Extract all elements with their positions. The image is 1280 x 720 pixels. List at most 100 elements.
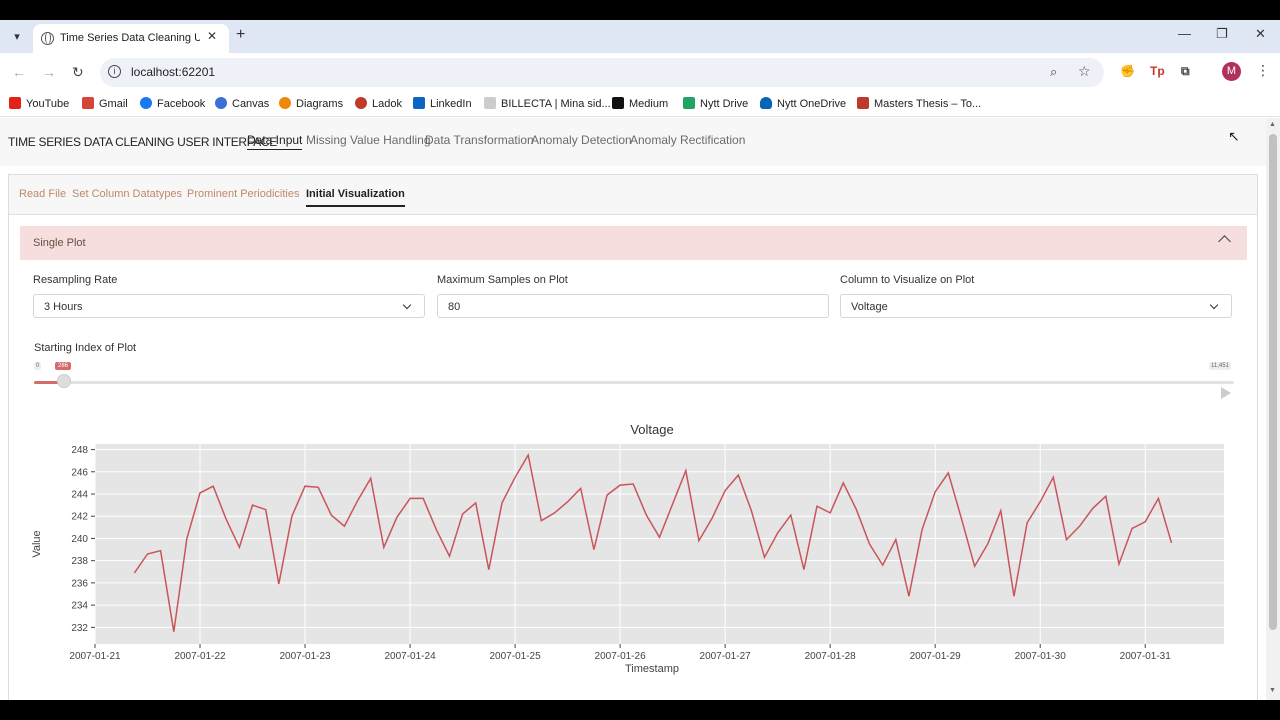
youtube-icon bbox=[9, 97, 21, 109]
reload-icon[interactable]: ↻ bbox=[72, 64, 84, 81]
y-tick-label: 244 bbox=[71, 490, 88, 501]
bookmark-facebook[interactable]: Facebook bbox=[140, 97, 205, 110]
app-brand: TIME SERIES DATA CLEANING USER INTERFACE bbox=[8, 135, 277, 149]
y-tick-label: 246 bbox=[71, 467, 88, 478]
x-axis-label: Timestamp bbox=[625, 663, 679, 675]
x-tick-label: 2007-01-22 bbox=[174, 651, 226, 662]
site-info-icon[interactable]: i bbox=[108, 65, 121, 78]
tab-title: Time Series Data Cleaning User Interface bbox=[60, 32, 200, 44]
y-axis-label: Value bbox=[31, 530, 43, 557]
scroll-up-icon[interactable]: ▲ bbox=[1269, 121, 1276, 128]
data-input-card: Read File Set Column Datatypes Prominent… bbox=[8, 174, 1258, 700]
zoom-icon[interactable]: ⌕ bbox=[1050, 64, 1057, 80]
x-tick-label: 2007-01-25 bbox=[490, 651, 542, 662]
tab-read-file[interactable]: Read File bbox=[19, 188, 66, 200]
voltage-chart: Voltage 232 234 236 238 240 242 244 246 248 2007… bbox=[31, 422, 1224, 675]
x-tick-label: 2007-01-27 bbox=[700, 651, 752, 662]
tab-initial-visualization[interactable]: Initial Visualization bbox=[306, 188, 405, 207]
max-samples-input[interactable]: 80 bbox=[437, 294, 829, 318]
y-tick-label: 236 bbox=[71, 578, 88, 589]
starting-index-slider[interactable] bbox=[34, 381, 1234, 384]
bookmark-youtube[interactable]: YouTube bbox=[9, 97, 69, 110]
new-tab-icon[interactable]: + bbox=[236, 26, 245, 44]
back-icon[interactable]: ← bbox=[12, 64, 26, 80]
nav-data-transformation[interactable]: Data Transformation bbox=[425, 133, 534, 147]
chevron-up-icon[interactable] bbox=[1218, 235, 1231, 248]
resampling-rate-select[interactable]: 3 Hours bbox=[33, 294, 425, 318]
browser-tab[interactable]: Time Series Data Cleaning User Interface… bbox=[33, 24, 229, 53]
x-tick-label: 2007-01-31 bbox=[1120, 651, 1172, 662]
y-tick-label: 248 bbox=[71, 445, 88, 456]
profile-avatar[interactable]: M bbox=[1222, 62, 1241, 81]
bookmark-nytt-drive[interactable]: Nytt Drive bbox=[683, 97, 748, 110]
minimize-icon[interactable]: — bbox=[1178, 26, 1191, 41]
browser-window: ▾ Time Series Data Cleaning User Interfa… bbox=[0, 20, 1280, 700]
x-tick-label: 2007-01-23 bbox=[279, 651, 331, 662]
bookmark-nytt-onedrive[interactable]: Nytt OneDrive bbox=[760, 97, 846, 110]
max-samples-label: Maximum Samples on Plot bbox=[437, 274, 568, 286]
diagrams-icon bbox=[279, 97, 291, 109]
bookmark-canvas[interactable]: Canvas bbox=[215, 97, 269, 110]
tab-set-column-datatypes[interactable]: Set Column Datatypes bbox=[72, 188, 182, 200]
app-navbar: TIME SERIES DATA CLEANING USER INTERFACE… bbox=[0, 118, 1266, 166]
globe-icon bbox=[41, 32, 54, 45]
page-content: TIME SERIES DATA CLEANING USER INTERFACE… bbox=[0, 118, 1266, 700]
canvas-icon bbox=[215, 97, 227, 109]
forward-icon[interactable]: → bbox=[42, 64, 56, 80]
x-axis-ticks: 2007-01-21 2007-01-22 2007-01-23 2007-01-24… bbox=[69, 644, 1171, 662]
starting-index-label: Starting Index of Plot bbox=[34, 342, 137, 354]
bookmark-masters-thesis[interactable]: Masters Thesis – To... bbox=[857, 97, 981, 110]
extension-thumb-icon[interactable]: ✊ bbox=[1120, 64, 1135, 78]
scrollbar-thumb[interactable] bbox=[1269, 134, 1277, 630]
scroll-down-icon[interactable]: ▼ bbox=[1269, 687, 1276, 694]
page-scrollbar[interactable]: ▲ ▼ bbox=[1266, 118, 1280, 700]
bookmark-ladok[interactable]: Ladok bbox=[355, 97, 402, 110]
single-plot-accordion[interactable]: Single Plot bbox=[20, 226, 1247, 260]
y-tick-label: 242 bbox=[71, 512, 88, 523]
bookmark-linkedin[interactable]: LinkedIn bbox=[413, 97, 472, 110]
column-visualize-value: Voltage bbox=[851, 301, 888, 313]
ladok-icon bbox=[355, 97, 367, 109]
address-bar-row: ← → ↻ i localhost:62201 ⌕ ☆ ✊ Tp ⧉ M ⋮ bbox=[0, 53, 1280, 91]
billecta-icon bbox=[484, 97, 496, 109]
tab-search-icon[interactable]: ▾ bbox=[8, 28, 26, 46]
extension-tp-icon[interactable]: Tp bbox=[1150, 64, 1165, 78]
restore-icon[interactable]: ❐ bbox=[1216, 26, 1228, 42]
nav-anomaly-detection[interactable]: Anomaly Detection bbox=[531, 133, 632, 147]
column-visualize-select[interactable]: Voltage bbox=[840, 294, 1232, 318]
nav-data-input[interactable]: Data Input bbox=[247, 133, 303, 150]
chevron-down-icon bbox=[402, 300, 412, 310]
linkedin-icon bbox=[413, 97, 425, 109]
browser-menu-icon[interactable]: ⋮ bbox=[1256, 62, 1270, 79]
resampling-rate-value: 3 Hours bbox=[44, 301, 83, 313]
x-tick-label: 2007-01-28 bbox=[805, 651, 857, 662]
plot-area bbox=[95, 444, 1224, 644]
chevron-down-icon bbox=[1209, 300, 1219, 310]
bookmark-billecta[interactable]: BILLECTA | Mina sid... bbox=[484, 97, 611, 110]
slider-handle[interactable] bbox=[57, 374, 71, 388]
nav-missing-value-handling[interactable]: Missing Value Handling bbox=[306, 133, 431, 147]
x-tick-label: 2007-01-24 bbox=[384, 651, 436, 662]
y-axis-ticks: 232 234 236 238 240 242 244 246 248 bbox=[71, 445, 95, 634]
address-bar[interactable]: i localhost:62201 ⌕ ☆ bbox=[100, 58, 1104, 87]
column-visualize-label: Column to Visualize on Plot bbox=[840, 274, 975, 286]
extensions-puzzle-icon[interactable]: ⧉ bbox=[1181, 64, 1190, 79]
onedrive-icon bbox=[760, 97, 772, 109]
close-tab-icon[interactable]: ✕ bbox=[207, 29, 217, 43]
nav-anomaly-rectification[interactable]: Anomaly Rectification bbox=[630, 133, 745, 147]
bookmark-medium[interactable]: Medium bbox=[612, 97, 668, 110]
close-window-icon[interactable]: ✕ bbox=[1255, 26, 1266, 42]
x-tick-label: 2007-01-30 bbox=[1015, 651, 1067, 662]
bookmark-diagrams[interactable]: Diagrams bbox=[279, 97, 343, 110]
bookmark-gmail[interactable]: Gmail bbox=[82, 97, 128, 110]
slider-current-label: 286 bbox=[55, 362, 72, 370]
tab-prominent-periodicities[interactable]: Prominent Periodicities bbox=[187, 188, 300, 200]
tab-strip: ▾ Time Series Data Cleaning User Interfa… bbox=[0, 20, 1280, 53]
play-icon[interactable] bbox=[1221, 387, 1231, 399]
slider-max-label: 11,451 bbox=[1209, 362, 1231, 370]
accordion-title: Single Plot bbox=[33, 237, 86, 249]
chart-title: Voltage bbox=[630, 422, 673, 437]
medium-icon bbox=[612, 97, 624, 109]
bookmark-star-icon[interactable]: ☆ bbox=[1078, 63, 1091, 80]
resampling-rate-label: Resampling Rate bbox=[33, 274, 118, 286]
